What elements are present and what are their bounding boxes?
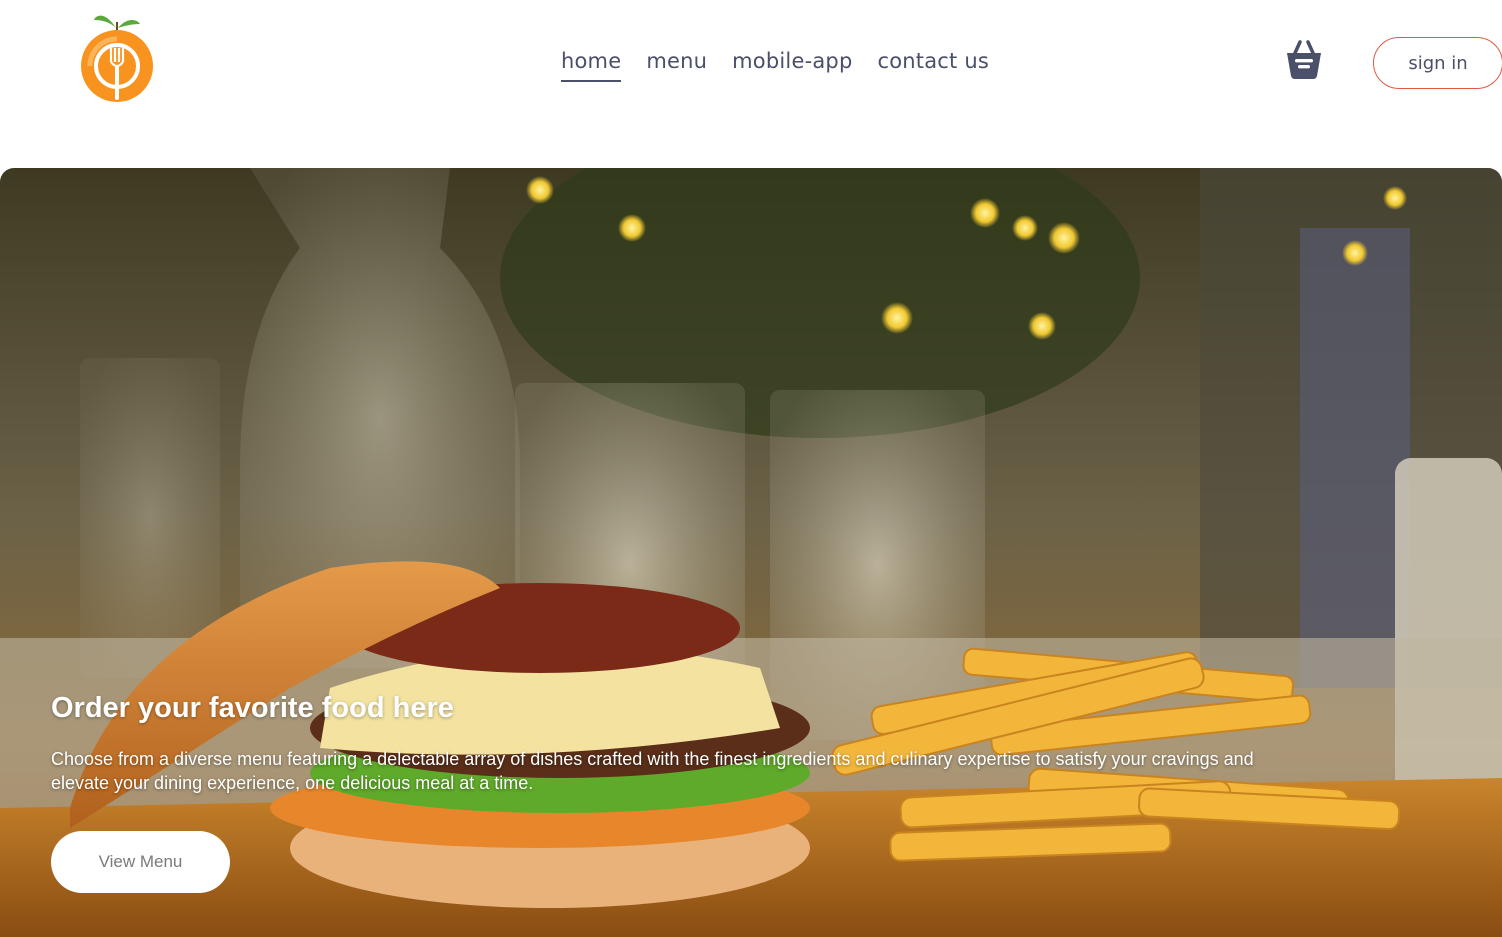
nav-contact-us[interactable]: contact us: [877, 44, 989, 80]
nav-menu[interactable]: menu: [646, 44, 707, 80]
hero-section: Order your favorite food here Choose fro…: [0, 168, 1502, 937]
nav-mobile-app[interactable]: mobile-app: [732, 44, 852, 80]
view-menu-button[interactable]: View Menu: [51, 831, 230, 893]
sign-in-button[interactable]: sign in: [1373, 37, 1502, 89]
logo-icon[interactable]: [78, 8, 156, 106]
hero-description: Choose from a diverse menu featuring a d…: [51, 749, 1254, 793]
hero-content: Order your favorite food here Choose fro…: [51, 688, 1311, 893]
basket-icon[interactable]: [1284, 39, 1324, 81]
hero-title: Order your favorite food here: [51, 692, 454, 724]
hero-food-image: [0, 168, 1502, 937]
nav-links: home menu mobile-app contact us: [561, 44, 989, 82]
nav-home[interactable]: home: [561, 44, 622, 82]
navbar: home menu mobile-app contact us sign in: [0, 0, 1502, 125]
